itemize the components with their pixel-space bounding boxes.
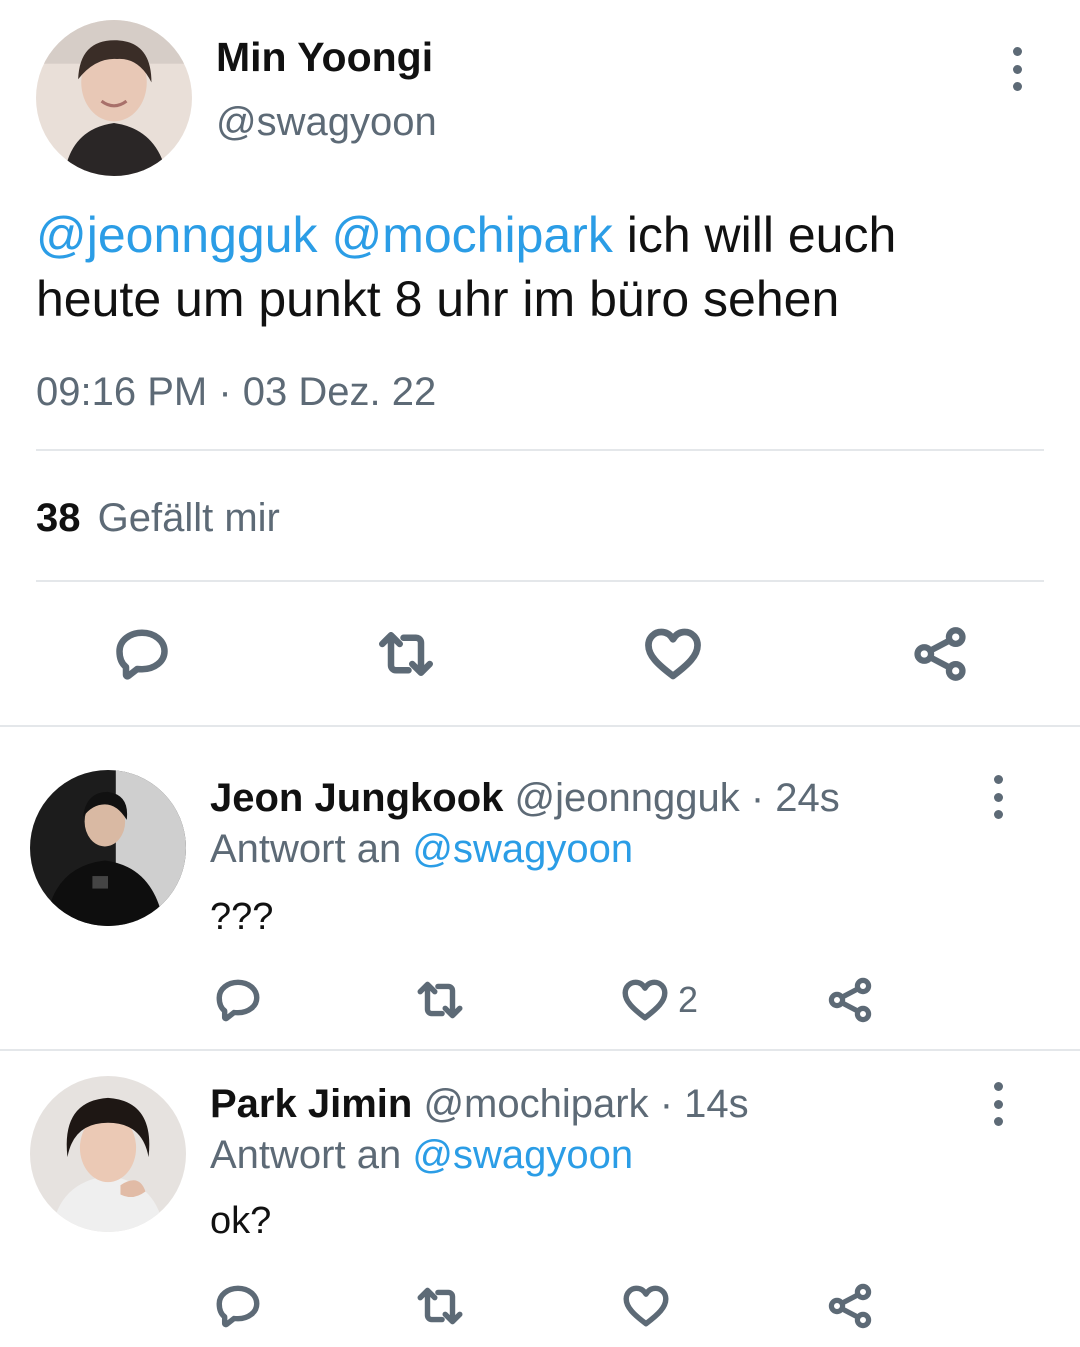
reply-to-label: Antwort an <box>210 1133 402 1177</box>
author-handle[interactable]: @swagyoon <box>216 100 437 145</box>
reply-icon <box>213 975 263 1025</box>
more-vertical-icon[interactable] <box>1002 47 1032 91</box>
reply-author-handle[interactable]: @jeonngguk <box>515 776 740 820</box>
reply-to-label: Antwort an <box>210 827 402 871</box>
heart-icon <box>620 975 670 1025</box>
reply-header: Jeon Jungkook @jeonngguk · 24s <box>210 776 840 821</box>
retweet-button[interactable] <box>374 624 438 684</box>
reply-icon <box>112 624 172 684</box>
mention-link[interactable]: @jeonngguk <box>36 207 318 263</box>
share-icon <box>826 1282 874 1330</box>
share-button[interactable] <box>908 624 972 684</box>
share-icon <box>911 625 969 683</box>
likes-stat[interactable]: 38 Gefällt mir <box>36 496 280 541</box>
divider <box>36 449 1044 451</box>
more-vertical-icon[interactable] <box>983 1082 1013 1126</box>
reply-button[interactable] <box>110 624 174 684</box>
reply-text: ok? <box>210 1200 272 1242</box>
reply-author-handle[interactable]: @mochipark <box>423 1082 648 1126</box>
like-button[interactable]: 2 <box>620 974 698 1026</box>
likes-count: 38 <box>36 496 81 540</box>
reply-button[interactable] <box>212 1280 264 1332</box>
reply-icon <box>213 1281 263 1331</box>
reply-text: ??? <box>210 896 274 938</box>
heart-icon <box>642 623 704 685</box>
like-count: 2 <box>678 979 699 1020</box>
reply-to-handle[interactable]: @swagyoon <box>412 827 633 871</box>
divider <box>0 1049 1080 1051</box>
tweet-text-line-2: heute um punkt 8 uhr im büro sehen <box>36 271 840 327</box>
share-button[interactable] <box>824 974 876 1026</box>
more-vertical-icon[interactable] <box>983 775 1013 819</box>
mention-link[interactable]: @mochipark <box>331 207 612 263</box>
like-button[interactable] <box>641 624 705 684</box>
divider <box>0 725 1080 727</box>
reply-age: · 24s <box>750 776 840 820</box>
timestamp[interactable]: 09:16 PM · 03 Dez. 22 <box>36 370 436 415</box>
divider <box>36 580 1044 582</box>
reply-age: · 14s <box>659 1082 749 1126</box>
retweet-icon <box>415 975 465 1025</box>
like-button[interactable] <box>620 1280 672 1332</box>
reply-to-handle[interactable]: @swagyoon <box>412 1133 633 1177</box>
reply-author-name[interactable]: Park Jimin <box>210 1082 412 1126</box>
retweet-icon <box>415 1281 465 1331</box>
retweet-button[interactable] <box>414 974 466 1026</box>
reply-header: Park Jimin @mochipark · 14s <box>210 1082 749 1127</box>
avatar[interactable] <box>30 1076 186 1232</box>
tweet-text-part: ich will euch <box>612 207 897 263</box>
share-icon <box>826 976 874 1024</box>
avatar[interactable] <box>30 770 186 926</box>
heart-icon <box>621 1281 671 1331</box>
likes-label: Gefällt mir <box>97 496 280 540</box>
retweet-icon <box>376 624 436 684</box>
retweet-button[interactable] <box>414 1280 466 1332</box>
avatar[interactable] <box>36 20 192 176</box>
reply-to: Antwort an @swagyoon <box>210 1133 633 1178</box>
tweet-text: @jeonngguk @mochipark ich will euch heut… <box>36 203 896 331</box>
reply-author-name[interactable]: Jeon Jungkook <box>210 776 503 820</box>
share-button[interactable] <box>824 1280 876 1332</box>
author-name[interactable]: Min Yoongi <box>216 34 433 81</box>
reply-button[interactable] <box>212 974 264 1026</box>
reply-to: Antwort an @swagyoon <box>210 827 633 872</box>
